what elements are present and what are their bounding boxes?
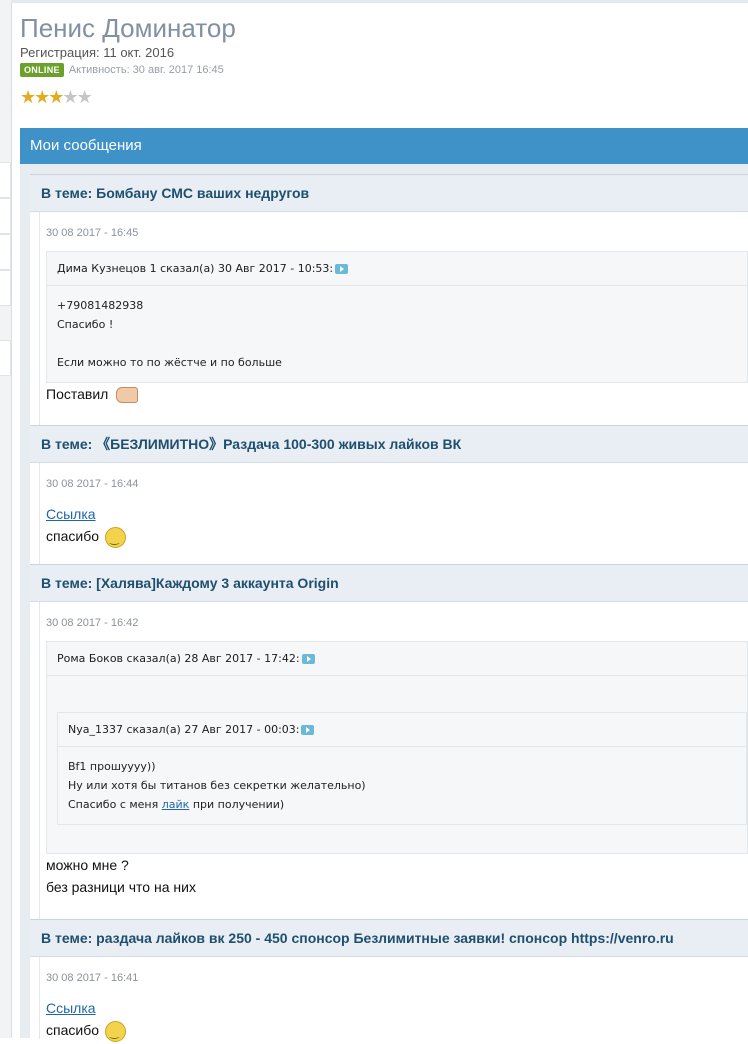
like-link[interactable]: лайк	[162, 798, 190, 811]
post-text-line: Поставил	[46, 386, 109, 402]
top-border	[11, 0, 748, 3]
post-date: 30 08 2017 - 16:41	[46, 972, 139, 984]
post-item: В теме: 《БЕЗЛИМИТНО》Раздача 100-300 живы…	[30, 425, 748, 564]
section-title: Мои сообщения	[20, 128, 748, 164]
star-icon: ★	[76, 87, 93, 107]
sidebar-tab[interactable]	[0, 340, 11, 376]
registration-date: Регистрация: 11 окт. 2016	[20, 45, 175, 60]
post-date: 30 08 2017 - 16:44	[46, 478, 139, 490]
profile-name: Пенис Доминатор	[20, 13, 236, 43]
left-sidebar-strip	[0, 0, 12, 1038]
post-topic-title[interactable]: В теме: раздача лайков вк 250 - 450 спон…	[30, 920, 748, 957]
post-text-line: спасибо	[46, 528, 99, 544]
quote-line: Bf1 прошуууу))	[68, 760, 156, 773]
snapback-icon[interactable]	[301, 725, 315, 735]
quote-text: Bf1 прошуууу)) Ну или хотя бы титанов бе…	[58, 747, 746, 824]
quote-line: Ну или хотя бы титанов без секретки жела…	[68, 779, 366, 792]
post-text-line: без разници что на них	[46, 879, 196, 895]
sidebar-tab[interactable]	[0, 234, 11, 270]
post-topic-title[interactable]: В теме: Бомбану СМС ваших недругов	[30, 175, 748, 212]
quote-line: Если можно то по жёстче и по больше	[57, 356, 282, 369]
quote-author: Рома Боков сказал(а) 28 Авг 2017 - 17:42…	[57, 652, 300, 665]
post-topic-title[interactable]: В теме: [Халява]Каждому 3 аккаунта Origi…	[30, 565, 748, 602]
sidebar-tab[interactable]	[0, 162, 11, 198]
online-badge: ONLINE	[20, 63, 64, 77]
rating-stars: ★ ★ ★ ★ ★	[20, 88, 236, 106]
snapback-icon[interactable]	[301, 654, 315, 664]
quote-line: Спасибо !	[57, 318, 114, 331]
sidebar-tab[interactable]	[0, 198, 11, 234]
thumbs-up-icon	[116, 387, 139, 404]
post-text-line: спасибо	[46, 1022, 99, 1038]
quote-text: +79081482938 Спасибо ! Если можно то по …	[47, 286, 747, 382]
post-item: В теме: раздача лайков вк 250 - 450 спон…	[30, 919, 748, 1044]
smile-icon	[105, 526, 126, 550]
quote-line: +79081482938	[57, 299, 144, 312]
quote-author: Nya_1337 сказал(а) 27 Авг 2017 - 00:03:	[68, 723, 300, 736]
last-activity: Активность: 30 авг. 2017 16:45	[68, 64, 224, 76]
snapback-icon[interactable]	[335, 264, 349, 274]
sidebar-tab[interactable]	[0, 270, 11, 306]
post-item: В теме: Бомбану СМС ваших недругов 30 08…	[30, 174, 748, 425]
post-date: 30 08 2017 - 16:42	[46, 617, 139, 629]
quote-line: Спасибо с меня лайк при получении)	[68, 798, 285, 811]
quote-author: Дима Кузнецов 1 сказал(а) 30 Авг 2017 - …	[57, 262, 334, 275]
post-text: Поставил	[46, 383, 748, 405]
post-topic-title[interactable]: В теме: 《БЕЗЛИМИТНО》Раздача 100-300 живы…	[30, 426, 748, 463]
post-item: В теме: [Халява]Каждому 3 аккаунта Origi…	[30, 564, 748, 919]
post-link[interactable]: Ссылка	[46, 506, 96, 522]
nested-quote-block: Nya_1337 сказал(а) 27 Авг 2017 - 00:03: …	[57, 712, 747, 825]
quote-block: Дима Кузнецов 1 сказал(а) 30 Авг 2017 - …	[46, 251, 748, 383]
smile-icon	[105, 1020, 126, 1044]
profile-header: Пенис Доминатор Регистрация: 11 окт. 201…	[20, 12, 236, 106]
quote-block: Рома Боков сказал(а) 28 Авг 2017 - 17:42…	[46, 641, 748, 854]
post-date: 30 08 2017 - 16:45	[46, 227, 139, 239]
post-text-line: можно мне ?	[46, 857, 129, 873]
post-link[interactable]: Ссылка	[46, 1000, 96, 1016]
